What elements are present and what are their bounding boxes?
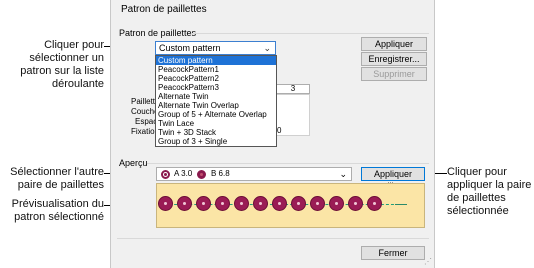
dialog-title: Patron de paillettes [121, 4, 207, 15]
sequin-mark [234, 196, 249, 211]
dropdown-item[interactable]: PeacockPattern3 [156, 83, 276, 92]
sequin-mark [329, 196, 344, 211]
dropdown-item[interactable]: PeacockPattern1 [156, 65, 276, 74]
apply-pattern-button[interactable]: Appliquer patron [361, 37, 427, 61]
delete-button[interactable]: Supprimer [361, 67, 427, 81]
sequin-pattern-dialog: Patron de paillettes Patron de paillette… [110, 0, 435, 268]
row-label-spacing: Espac [135, 117, 158, 126]
sequin-mark [348, 196, 363, 211]
annotation-line: appliquer la paire [447, 179, 532, 191]
apply-sequin-button[interactable]: Appliquer paillette [361, 167, 425, 191]
annotation-line: patron sélectionné [14, 211, 104, 223]
dropdown-item[interactable]: Twin Lace [156, 119, 276, 128]
sequin-mark [196, 196, 211, 211]
annotation-line: Cliquer pour [44, 39, 104, 51]
annotation-line: patron sur la liste [20, 65, 104, 77]
annotation-line: paire de paillettes [17, 179, 104, 191]
dropdown-item[interactable]: Group of 5 + Alternate Overlap [156, 110, 276, 119]
annotation-line: sélectionner un [29, 52, 104, 64]
sequin-a-icon [161, 170, 170, 179]
dropdown-item[interactable]: Twin + 3D Stack [156, 128, 276, 137]
sequin-mark [310, 196, 325, 211]
table-cell: 0 [277, 126, 282, 135]
sequin-b-label: B 6.8 [211, 169, 230, 178]
chevron-down-icon[interactable]: ⌄ [263, 42, 271, 54]
annotation-select-pair: Sélectionner l'autre paire de paillettes [0, 166, 104, 192]
sequin-b-icon [197, 170, 206, 179]
annotation-line: déroulante [52, 78, 104, 90]
sequin-mark [367, 196, 382, 211]
annotation-line: Sélectionner l'autre [10, 166, 104, 178]
close-button[interactable]: Fermer [361, 246, 425, 260]
group-divider-pattern [191, 33, 429, 34]
resize-grip-icon[interactable]: ⋰ [424, 257, 432, 266]
sequin-mark [272, 196, 287, 211]
annotation-line: de paillettes [447, 192, 506, 204]
pattern-table-header: 3 [276, 84, 310, 94]
dropdown-item[interactable]: Alternate Twin [156, 92, 276, 101]
annotation-line: sélectionnée [447, 205, 509, 217]
sequin-mark [158, 196, 173, 211]
group-divider-preview [147, 163, 429, 164]
stitch-line-end [395, 204, 407, 205]
dropdown-item[interactable]: Group of 3 + Single [156, 137, 276, 146]
table-header-cell: 3 [290, 84, 296, 93]
group-label-pattern: Patron de paillettes [119, 28, 197, 38]
annotation-preview: Prévisualisation du patron sélectionné [0, 198, 104, 224]
sequin-mark [253, 196, 268, 211]
save-button[interactable]: Enregistrer... [361, 52, 427, 66]
pattern-dropdown-list[interactable]: Custom pattern PeacockPattern1 PeacockPa… [155, 55, 277, 147]
group-label-preview: Aperçu [119, 158, 148, 168]
sequin-mark [291, 196, 306, 211]
annotation-line: Cliquer pour [447, 166, 507, 178]
dropdown-item[interactable]: PeacockPattern2 [156, 74, 276, 83]
sequin-mark [215, 196, 230, 211]
footer-divider [117, 238, 429, 239]
chevron-down-icon[interactable]: ⌄ [339, 168, 347, 180]
pattern-combo-value: Custom pattern [159, 43, 221, 53]
annotation-select-pattern: Cliquer pour sélectionner un patron sur … [0, 39, 104, 91]
dropdown-item[interactable]: Alternate Twin Overlap [156, 101, 276, 110]
sequin-pair-combo[interactable]: A 3.0 B 6.8 ⌄ [156, 167, 352, 181]
pattern-combo[interactable]: Custom pattern ⌄ [155, 41, 276, 55]
dropdown-item[interactable]: Custom pattern [156, 56, 276, 65]
pattern-preview [156, 183, 425, 228]
sequin-mark [177, 196, 192, 211]
annotation-line: Prévisualisation du [11, 198, 104, 210]
annotation-apply-sequin: Cliquer pour appliquer la paire de paill… [447, 166, 534, 218]
sequin-a-label: A 3.0 [174, 169, 193, 178]
